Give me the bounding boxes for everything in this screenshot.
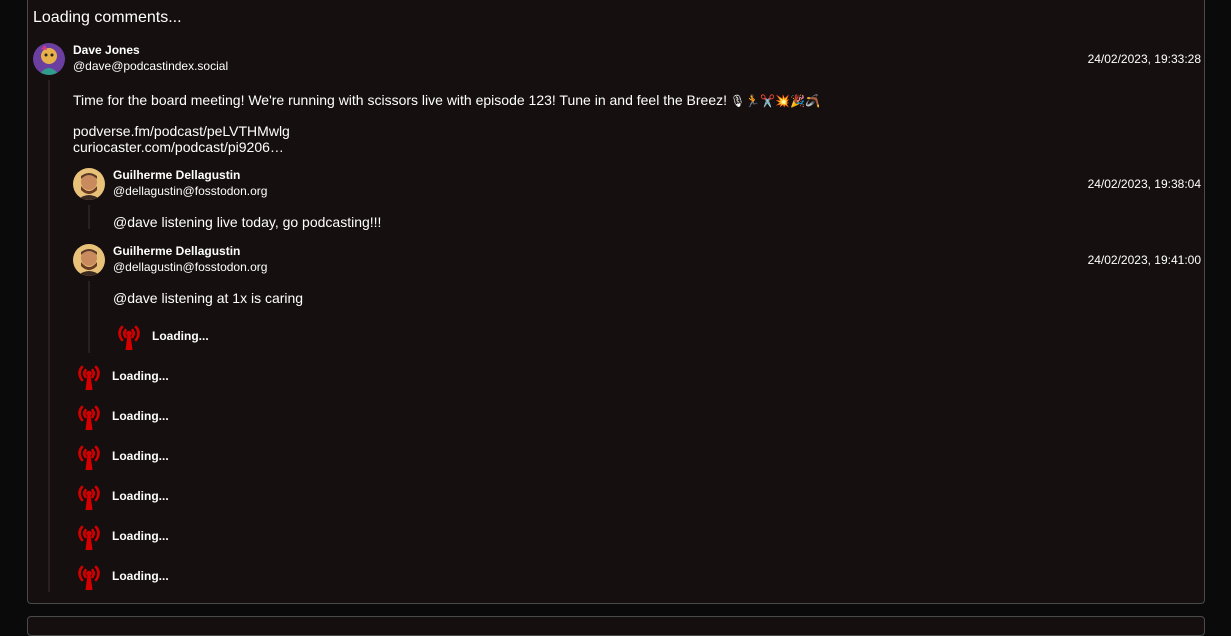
comment-link[interactable]: curiocaster.com/podcast/pi9206… [73, 139, 284, 155]
comment-body: @dave listening live today, go podcastin… [113, 214, 382, 230]
comment-link[interactable]: podverse.fm/podcast/peLVTHMwlg [73, 123, 290, 139]
podcast-antenna-icon [73, 440, 105, 472]
comment-body: @dave listening at 1x is caring [113, 290, 304, 306]
comment-body-text: Time for the board meeting! We're runnin… [73, 92, 728, 108]
avatar[interactable] [33, 43, 65, 75]
podverse-link[interactable]: podverse.fm/podcast/peLVTHMwlg [73, 123, 290, 139]
author-handle[interactable]: @dellagustin@fosstodon.org [113, 260, 267, 275]
podcast-antenna-icon [73, 360, 105, 392]
comment-emojis: 🎙🏃✂️💥🎉🪃 [730, 94, 820, 108]
reply-loader: Loading... [73, 400, 169, 432]
loading-label: Loading... [112, 569, 169, 583]
reply-thread-line [88, 281, 90, 353]
author-name[interactable]: Dave Jones [73, 43, 140, 58]
reply-thread-line [88, 205, 90, 229]
loading-label: Loading... [152, 329, 209, 343]
author-name[interactable]: Guilherme Dellagustin [113, 244, 240, 259]
curiocaster-link[interactable]: curiocaster.com/podcast/pi9206… [73, 139, 284, 155]
loading-label: Loading... [112, 369, 169, 383]
podcast-antenna-icon [113, 320, 145, 352]
root-thread-line [48, 80, 50, 592]
avatar[interactable] [73, 244, 105, 276]
podcast-antenna-icon [73, 560, 105, 592]
loading-label: Loading... [112, 529, 169, 543]
reply-loader: Loading... [73, 480, 169, 512]
comment-timestamp[interactable]: 24/02/2023, 19:33:28 [1088, 52, 1201, 67]
reply-loader: Loading... [73, 520, 169, 552]
comment-body: Time for the board meeting! We're runnin… [73, 92, 820, 109]
loading-label: Loading... [112, 409, 169, 423]
author-name[interactable]: Guilherme Dellagustin [113, 168, 240, 183]
nested-loader: Loading... [113, 320, 209, 352]
podcast-antenna-icon [73, 520, 105, 552]
podcast-antenna-icon [73, 480, 105, 512]
comment-timestamp[interactable]: 24/02/2023, 19:38:04 [1088, 177, 1201, 192]
podcast-antenna-icon [73, 400, 105, 432]
loading-label: Loading... [112, 449, 169, 463]
reply-loader: Loading... [73, 360, 169, 392]
reply-loader: Loading... [73, 440, 169, 472]
author-handle[interactable]: @dellagustin@fosstodon.org [113, 184, 267, 199]
avatar[interactable] [73, 168, 105, 200]
reply-loader: Loading... [73, 560, 169, 592]
next-panel [27, 616, 1205, 636]
loading-label: Loading... [112, 489, 169, 503]
loading-comments-text: Loading comments... [33, 9, 182, 26]
comment-timestamp[interactable]: 24/02/2023, 19:41:00 [1088, 253, 1201, 268]
author-handle[interactable]: @dave@podcastindex.social [73, 59, 228, 74]
